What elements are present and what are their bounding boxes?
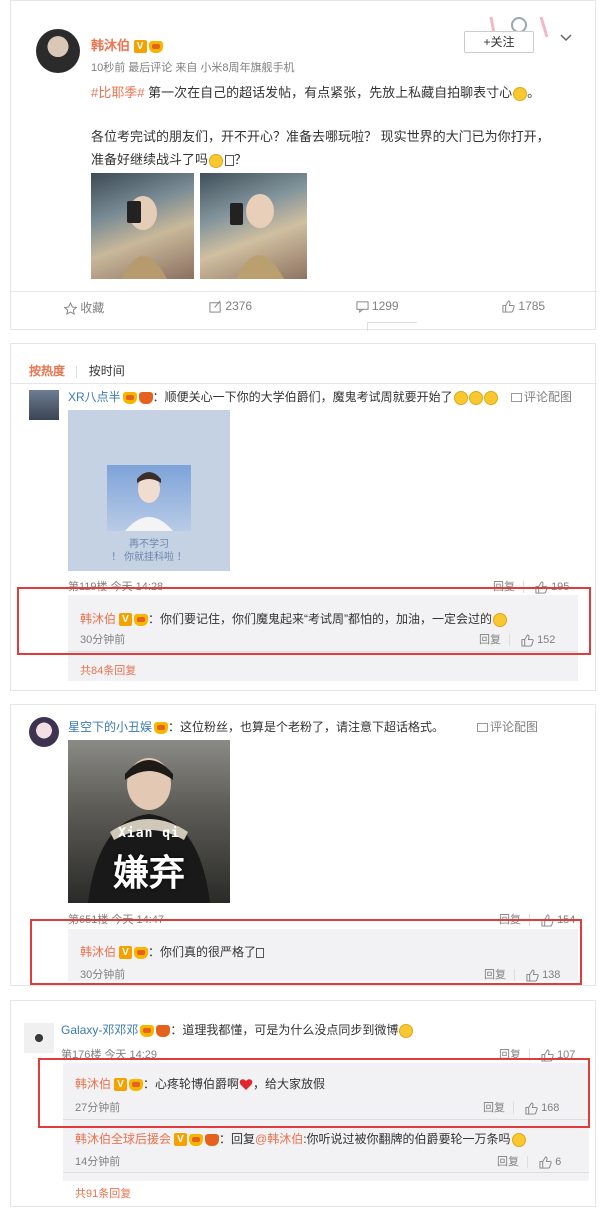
fan-badge-icon <box>138 391 153 404</box>
crown-icon <box>148 40 163 53</box>
post-text: #比耶季# 第一次在自己的超话发帖，有点紧张，先放上私藏自拍聊表寸心。 <box>91 85 541 101</box>
comment-icon <box>356 301 369 314</box>
crown-icon <box>189 1133 204 1146</box>
image-caption-2: ！ 你就挂科啦 ！ <box>111 552 187 563</box>
star-icon <box>64 302 78 316</box>
comment-button[interactable]: 1299 <box>304 299 451 319</box>
more-replies-link[interactable]: 共91条回复 <box>75 1185 131 1201</box>
post-meta: 10秒前 最后评论 来自 小米8周年旗舰手机 <box>91 62 295 74</box>
tongue-emoji-icon <box>511 1132 526 1147</box>
comment-pic-link-label: 评论配图 <box>524 390 573 404</box>
commenter-avatar[interactable] <box>29 390 59 420</box>
comment-text: ：顺便关心一下你的大学伯爵们，魔鬼考试周就要开始了 <box>152 390 453 404</box>
crown-icon <box>122 391 137 404</box>
comment-text: ：这位粉丝，也算是个老粉了，请注意下超话格式。 <box>168 720 445 734</box>
comment-line: Galaxy-邓邓邓 ：道理我都懂，可是为什么没点同步到微博 <box>61 1021 591 1038</box>
comment-tab-pointer <box>367 322 417 331</box>
comment-pic-link-label: 评论配图 <box>490 720 539 734</box>
shy-emoji-icon <box>513 86 528 101</box>
crown-icon <box>154 721 169 734</box>
comment-pic-link[interactable]: 评论配图 <box>477 718 538 735</box>
comment-pic-link[interactable]: 评论配图 <box>511 388 572 405</box>
image-caption-1: Xian qi <box>118 826 180 841</box>
post-text-1: 第一次在自己的超话发帖，有点紧张，先放上私藏自拍聊表寸心 <box>144 85 513 100</box>
missing-glyph-icon <box>225 155 235 167</box>
post-text-2: 各位考完试的朋友们，开不开心？准备去哪玩啦？ 现实世界的大门已为你打开， 准备好… <box>91 125 591 171</box>
thumbs-up-icon <box>539 1156 552 1169</box>
like-count: 6 <box>555 1156 562 1168</box>
comment-line: XR八点半 ：顺便关心一下你的大学伯爵们，魔鬼考试周就要开始了 <box>68 388 588 405</box>
like-count: 1785 <box>518 299 546 313</box>
cat-emoji-icon <box>209 153 224 168</box>
comment-image[interactable]: Xian qi 嫌弃 <box>68 740 230 903</box>
laugh-cry-emoji-icon <box>483 390 498 405</box>
comment-image[interactable]: 再不学习 ！ 你就挂科啦 ！ <box>68 410 230 571</box>
sub-commenter-2-name[interactable]: 韩沐伯全球后援会 <box>75 1132 171 1146</box>
commenter-avatar[interactable] <box>24 1023 54 1053</box>
repost-button[interactable]: 2376 <box>158 299 305 319</box>
author-name[interactable]: 韩沐伯 <box>91 38 130 53</box>
sub-comment-2-prefix: ：回复 <box>219 1132 256 1146</box>
post-image-1[interactable] <box>91 173 194 279</box>
highlight-box-2 <box>30 919 582 985</box>
divider <box>63 1172 589 1173</box>
image-caption-2: 嫌弃 <box>112 852 185 893</box>
author-avatar[interactable] <box>36 29 80 73</box>
like-button[interactable]: 1785 <box>451 299 598 319</box>
verified-icon: V <box>174 1133 188 1147</box>
divider <box>11 291 597 292</box>
follow-button[interactable]: +关注 <box>464 31 534 53</box>
sub-comment-2-line: 韩沐伯全球后援会 V ：回复@韩沐伯:你听说过被你翻牌的伯爵要轮一万条吗 <box>75 1130 585 1147</box>
sort-by-hot[interactable]: 按热度 <box>29 364 65 378</box>
post-text-2-tail: ？ <box>234 152 248 167</box>
reply-button[interactable]: 回复 <box>497 1156 519 1168</box>
post-text-2-line1: 各位考完试的朋友们，开不开心？准备去哪玩啦？ 现实世界的大门已为你打开， <box>91 129 550 144</box>
comment-image-photo <box>107 465 191 531</box>
image-icon <box>511 393 522 403</box>
repost-icon <box>209 300 221 313</box>
highlight-box-3 <box>38 1058 590 1128</box>
commenter-name[interactable]: XR八点半 <box>68 390 121 404</box>
post-card: 韩沐伯 V 10秒前 最后评论 来自 小米8周年旗舰手机 +关注 #比耶季# 第… <box>10 0 597 331</box>
highlight-box-1 <box>17 587 591 655</box>
like-button[interactable]: 6 <box>539 1156 562 1169</box>
commenter-name[interactable]: 星空下的小丑娱 <box>68 720 152 734</box>
laugh-cry-emoji-icon <box>453 390 468 405</box>
action-bar: 收藏 2376 1299 1785 <box>11 299 597 319</box>
comment-image-caption: 再不学习 ！ 你就挂科啦 ！ <box>68 538 230 564</box>
commenter-avatar[interactable] <box>29 717 59 747</box>
fan-badge-icon <box>156 1024 171 1037</box>
favorite-label: 收藏 <box>80 301 105 315</box>
repost-count: 2376 <box>225 299 253 313</box>
chevron-down-icon[interactable] <box>559 31 573 45</box>
hashtag-link[interactable]: #比耶季# <box>91 85 144 100</box>
sub-comment-2-time: 14分钟前 <box>75 1156 121 1168</box>
laugh-cry-emoji-icon <box>468 390 483 405</box>
follow-label: +关注 <box>483 35 515 49</box>
image-caption-1: 再不学习 <box>129 539 169 550</box>
separator <box>527 1156 528 1169</box>
comment-text: ：道理我都懂，可是为什么没点同步到微博 <box>170 1023 399 1037</box>
favorite-button[interactable]: 收藏 <box>11 299 158 319</box>
sort-by-time[interactable]: 按时间 <box>89 364 125 378</box>
sort-separator <box>76 365 78 378</box>
author-line: 韩沐伯 V <box>91 35 163 54</box>
laugh-cry-emoji-icon <box>399 1023 414 1038</box>
image-icon <box>477 723 488 733</box>
sort-bar: 按热度 按时间 <box>29 362 125 379</box>
mention-link[interactable]: @韩沐伯 <box>255 1132 303 1146</box>
divider <box>11 383 597 384</box>
comment-count: 1299 <box>371 299 399 313</box>
verified-icon: V <box>133 40 147 54</box>
sub-comment-2-text: :你听说过被你翻牌的伯爵要轮一万条吗 <box>303 1132 511 1146</box>
fan-badge-icon <box>205 1133 220 1146</box>
commenter-name[interactable]: Galaxy-邓邓邓 <box>61 1023 138 1037</box>
sub-comment-2-actions: 回复 6 <box>497 1153 561 1169</box>
post-text-2-line2: 准备好继续战斗了吗 <box>91 152 209 167</box>
crown-icon <box>140 1024 155 1037</box>
post-image-2[interactable] <box>200 173 307 279</box>
thumbs-up-icon <box>502 300 516 313</box>
more-replies-link[interactable]: 共84条回复 <box>80 662 136 678</box>
